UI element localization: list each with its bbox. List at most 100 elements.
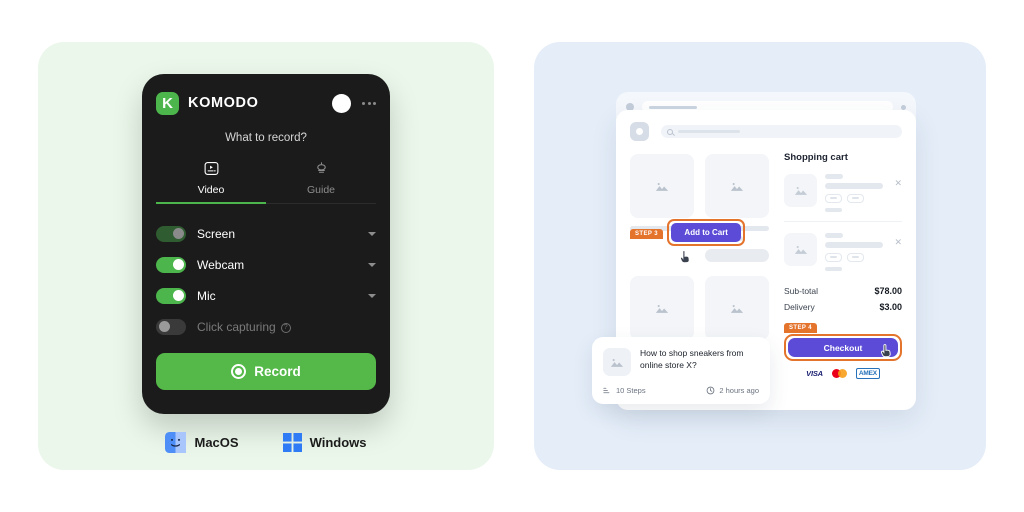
add-to-cart-button[interactable]: Add to Cart <box>671 223 741 242</box>
cart-item-details <box>825 233 886 271</box>
cart-title: Shopping cart <box>784 152 848 163</box>
toggle-screen[interactable] <box>156 225 186 242</box>
guide-thumbnail <box>603 348 631 376</box>
clock-icon <box>707 386 715 395</box>
delivery-amount: $3.00 <box>879 302 902 312</box>
source-row-mic[interactable]: Mic <box>156 280 376 311</box>
platform-windows[interactable]: Windows <box>282 433 367 452</box>
toggle-webcam[interactable] <box>156 256 186 273</box>
guide-time: 2 hours ago <box>706 386 759 395</box>
cursor-pointer-icon <box>881 344 891 358</box>
image-placeholder-icon <box>610 358 624 367</box>
image-placeholder-icon <box>794 187 807 195</box>
close-icon[interactable]: ✕ <box>894 237 902 248</box>
image-placeholder-icon <box>730 304 744 313</box>
record-button[interactable]: Record <box>156 353 376 390</box>
add-to-cart-callout: STEP 3 Add to Cart <box>630 219 745 264</box>
source-row-webcam[interactable]: Webcam <box>156 249 376 280</box>
left-showcase-panel: K KOMODO What to record? Video Guide Scr… <box>38 42 494 470</box>
macos-finder-icon <box>165 432 187 453</box>
recorder-header: K KOMODO <box>156 88 376 118</box>
cart-item-thumbnail <box>784 233 817 266</box>
close-icon[interactable]: ✕ <box>894 178 902 189</box>
recorder-tabs: Video Guide <box>156 157 376 204</box>
product-image-placeholder <box>630 154 694 218</box>
guide-card[interactable]: How to shop sneakers from online store X… <box>592 337 770 404</box>
source-label-mic: Mic <box>197 288 216 303</box>
source-label-screen: Screen <box>197 226 236 241</box>
delivery-label: Delivery <box>784 302 815 312</box>
checkout-highlight-ring: Checkout <box>784 334 902 361</box>
visa-icon: VISA <box>806 369 823 378</box>
guide-card-footer: 10 Steps 2 hours ago <box>603 386 759 395</box>
guide-steps-label: 10 Steps <box>616 386 646 395</box>
guide-steps: 10 Steps <box>603 386 646 395</box>
chevron-down-icon-screen[interactable] <box>368 231 376 236</box>
product-image-placeholder <box>630 276 694 340</box>
cart-item-name-bar <box>825 241 884 248</box>
chevron-down-icon-mic[interactable] <box>368 293 376 298</box>
tab-video-label: Video <box>197 184 225 196</box>
product-action-bar[interactable] <box>705 249 769 262</box>
source-row-screen[interactable]: Screen <box>156 218 376 249</box>
chevron-down-icon-webcam[interactable] <box>368 262 376 267</box>
more-options-icon[interactable] <box>362 101 376 105</box>
cart-item-name-bar <box>825 182 884 189</box>
tab-guide-label: Guide <box>306 184 336 196</box>
cart-item: ✕ <box>784 163 902 221</box>
tab-guide[interactable]: Guide <box>266 157 376 203</box>
product-card[interactable] <box>630 276 694 340</box>
tab-video[interactable]: Video <box>156 157 266 204</box>
source-label-webcam: Webcam <box>197 257 245 272</box>
komodo-logo-icon: K <box>156 91 179 115</box>
source-row-click-capturing[interactable]: Click capturing ? <box>156 311 376 342</box>
total-row-delivery: Delivery $3.00 <box>784 299 902 315</box>
toggle-mic[interactable] <box>156 287 186 304</box>
avatar[interactable] <box>332 93 351 113</box>
record-button-label: Record <box>254 364 301 379</box>
add-to-cart-highlight-ring: Add to Cart <box>667 219 745 246</box>
option-size[interactable] <box>825 252 842 262</box>
option-qty[interactable] <box>847 252 864 262</box>
guide-time-label: 2 hours ago <box>719 386 759 395</box>
store-topbar <box>616 110 916 141</box>
source-label-click-capturing: Click capturing <box>197 319 276 334</box>
cart-item-price-bar <box>825 207 843 212</box>
product-image-placeholder <box>705 154 769 218</box>
store-search-input[interactable] <box>661 125 902 138</box>
cart-item-thumbnail <box>784 174 817 207</box>
image-placeholder-icon <box>655 182 669 191</box>
screenshot-root: K KOMODO What to record? Video Guide Scr… <box>0 0 1024 512</box>
store-logo-icon <box>630 122 649 141</box>
step-badge-3: STEP 3 <box>630 229 663 239</box>
guide-icon <box>266 157 376 179</box>
product-row-2 <box>630 276 770 340</box>
image-placeholder-icon <box>730 182 744 191</box>
mastercard-icon <box>831 369 847 378</box>
source-toggle-list: Screen Webcam Mic Click capturing ? <box>156 218 376 342</box>
toggle-click-capturing[interactable] <box>156 318 186 335</box>
cart-item-options <box>825 252 886 262</box>
platform-macos-label: MacOS <box>194 435 239 450</box>
platform-macos[interactable]: MacOS <box>165 432 239 453</box>
cart-item-price-bar <box>825 266 843 271</box>
record-dot-icon <box>231 364 247 379</box>
cart-totals: Sub-total $78.00 Delivery $3.00 <box>784 283 902 315</box>
video-icon <box>156 157 266 179</box>
option-qty[interactable] <box>847 193 864 203</box>
product-card[interactable] <box>705 276 769 340</box>
windows-logo-icon <box>282 433 302 452</box>
steps-icon <box>603 387 610 394</box>
shopping-cart-panel: Shopping cart ✕ ✕ Sub-total $78.00 Deliv… <box>784 141 902 379</box>
option-size[interactable] <box>825 193 842 203</box>
total-row-subtotal: Sub-total $78.00 <box>784 283 902 299</box>
right-showcase-panel: STEP 3 Add to Cart Shopping cart ✕ ✕ Sub… <box>534 42 986 470</box>
cart-item-brand-bar <box>825 233 844 238</box>
browser-menu-icon <box>901 104 906 110</box>
search-placeholder-bar <box>678 130 740 133</box>
help-icon[interactable]: ? <box>280 322 291 333</box>
platform-list: MacOS Windows <box>38 432 494 453</box>
cart-item: ✕ <box>784 221 902 280</box>
search-icon <box>667 128 673 135</box>
step-badge-4: STEP 4 <box>784 323 817 333</box>
